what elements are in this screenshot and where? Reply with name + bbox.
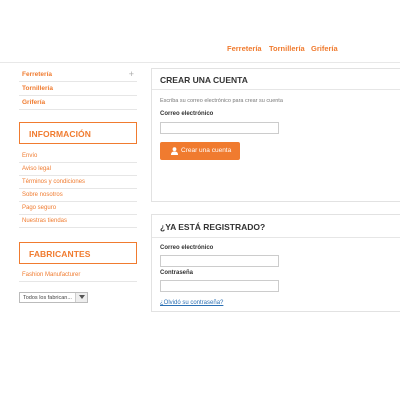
top-navigation: Ferretería Tornillería Grifería xyxy=(0,44,400,56)
create-account-button[interactable]: Crear una cuenta xyxy=(160,142,240,160)
create-account-button-label: Crear una cuenta xyxy=(181,147,232,154)
panel-divider xyxy=(152,89,400,90)
header-divider xyxy=(0,62,400,63)
manufacturer-link[interactable]: Fashion Manufacturer xyxy=(19,269,137,282)
top-nav-ferreteria[interactable]: Ferretería xyxy=(227,44,262,53)
sidebar-category-griferia[interactable]: Grifería xyxy=(19,96,137,110)
login-email-input[interactable] xyxy=(160,255,279,267)
info-link-pago-seguro[interactable]: Pago seguro xyxy=(19,202,137,215)
create-account-title: CREAR UNA CUENTA xyxy=(160,75,248,85)
info-link-label[interactable]: Aviso legal xyxy=(22,166,51,172)
login-title: ¿YA ESTÁ REGISTRADO? xyxy=(160,222,266,232)
info-block-title-text: INFORMACIÓN xyxy=(29,129,92,139)
info-link-label[interactable]: Sobre nosotros xyxy=(22,192,63,198)
info-link-label[interactable]: Términos y condiciones xyxy=(22,179,85,185)
login-email-label: Correo electrónico xyxy=(160,245,214,251)
info-link-tiendas[interactable]: Nuestras tiendas xyxy=(19,215,137,228)
category-label: Grifería xyxy=(22,99,46,106)
login-panel: ¿YA ESTÁ REGISTRADO? Correo electrónico … xyxy=(151,214,400,312)
info-link-label[interactable]: Envío xyxy=(22,153,37,159)
manufacturers-block-title-text: FABRICANTES xyxy=(29,249,91,259)
create-account-intro: Escriba su correo electrónico para crear… xyxy=(160,98,283,104)
info-link-terminos[interactable]: Términos y condiciones xyxy=(19,176,137,189)
info-link-sobre-nosotros[interactable]: Sobre nosotros xyxy=(19,189,137,202)
login-password-label: Contraseña xyxy=(160,270,194,276)
top-nav-tornilleria[interactable]: Tornillería xyxy=(269,44,305,53)
category-label: Ferretería xyxy=(22,71,52,78)
user-icon xyxy=(171,147,178,155)
info-link-label[interactable]: Nuestras tiendas xyxy=(22,218,67,224)
create-email-input[interactable] xyxy=(160,122,279,134)
plus-icon[interactable]: + xyxy=(129,69,134,79)
sidebar-category-ferreteria[interactable]: Ferretería + xyxy=(19,68,137,82)
login-password-input[interactable] xyxy=(160,280,279,292)
create-account-panel: CREAR UNA CUENTA Escriba su correo elect… xyxy=(151,68,400,202)
manufacturer-label[interactable]: Fashion Manufacturer xyxy=(22,272,80,278)
info-link-label[interactable]: Pago seguro xyxy=(22,205,56,211)
info-link-envio[interactable]: Envío xyxy=(19,150,137,163)
create-email-label: Correo electrónico xyxy=(160,111,214,117)
info-link-aviso-legal[interactable]: Aviso legal xyxy=(19,163,137,176)
manufacturer-select-value: Todos los fabrican... xyxy=(23,295,72,301)
category-label: Tornillería xyxy=(22,85,53,92)
chevron-down-icon[interactable] xyxy=(75,293,87,302)
manufacturers-block-title: FABRICANTES xyxy=(19,242,137,264)
info-block-title: INFORMACIÓN xyxy=(19,122,137,144)
sidebar-category-tornilleria[interactable]: Tornillería xyxy=(19,82,137,96)
forgot-password-link[interactable]: ¿Olvidó su contraseña? xyxy=(160,300,223,306)
top-nav-griferia[interactable]: Grifería xyxy=(311,44,338,53)
manufacturer-select[interactable]: Todos los fabrican... xyxy=(19,292,88,303)
panel-divider xyxy=(152,237,400,238)
